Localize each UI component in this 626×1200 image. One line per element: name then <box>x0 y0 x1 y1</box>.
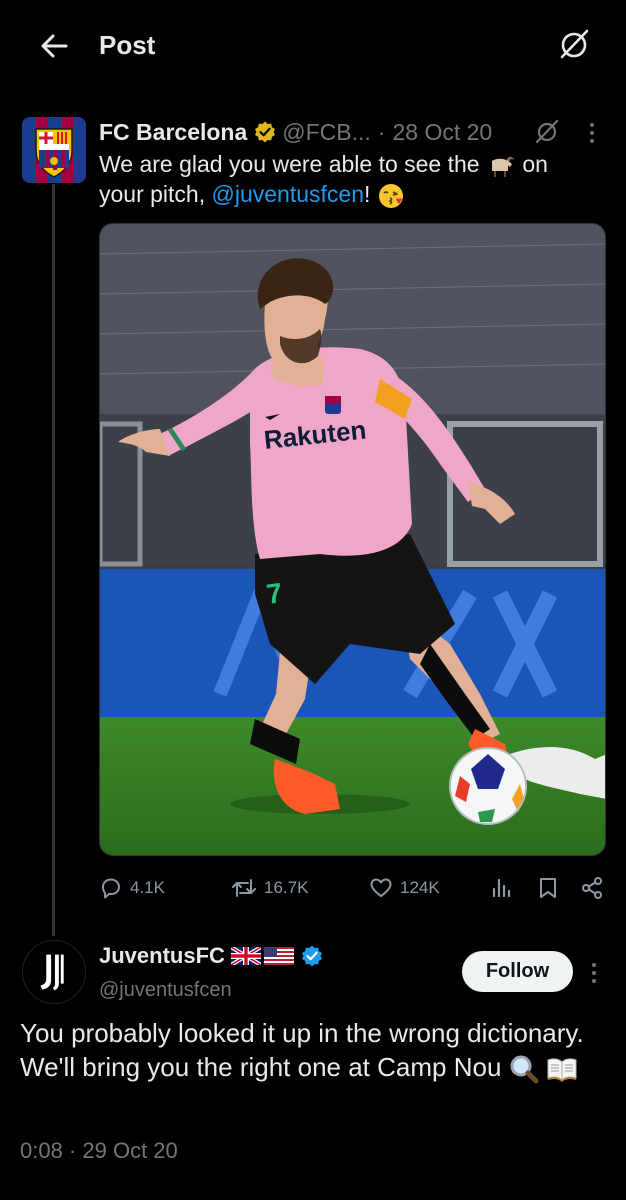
kiss-emoji <box>378 183 403 208</box>
verified-blue-icon <box>301 945 322 967</box>
tweet2-text-body: You probably looked it up in the wrong d… <box>20 1018 584 1082</box>
reply-button[interactable]: 4.1K <box>99 872 165 904</box>
like-icon <box>370 878 392 897</box>
author-handle[interactable]: @juventusfcen <box>99 976 232 1004</box>
dot-separator: · <box>377 119 386 145</box>
share-button[interactable] <box>580 872 611 904</box>
verified-gold-icon <box>255 121 276 143</box>
reply-count: 4.1K <box>130 878 165 897</box>
soccer-ball <box>449 747 527 825</box>
juventus-avatar[interactable] <box>22 940 86 1004</box>
player-photo-illustration: 7 Rakuten <box>100 224 605 855</box>
views-button[interactable] <box>491 872 520 904</box>
post-date[interactable]: 28 Oct 20 <box>392 116 492 148</box>
tweet1-text-part: ! <box>364 181 371 207</box>
tweet2-text: You probably looked it up in the wrong d… <box>20 1016 616 1084</box>
repost-count: 16.7K <box>264 878 309 897</box>
thread-connector <box>52 184 55 936</box>
grok-icon[interactable] <box>556 26 592 62</box>
uk-flag-icon <box>230 947 261 965</box>
bookmark-button[interactable] <box>537 872 566 904</box>
author-name[interactable]: JuventusFC <box>99 943 225 969</box>
tweet1-text-part: We are glad you were able to see the <box>99 151 480 177</box>
fcb-avatar[interactable] <box>22 117 86 183</box>
repost-button[interactable]: 16.7K <box>231 872 308 904</box>
post-timestamp: 0:08 · 29 Oct 20 <box>20 1138 178 1163</box>
author-handle[interactable]: @FCB... <box>282 116 371 148</box>
views-icon <box>492 878 511 898</box>
book-emoji <box>547 1058 577 1083</box>
like-count: 124K <box>400 878 440 897</box>
tweet2-header: JuventusFC <box>99 941 324 971</box>
magnifier-emoji <box>510 1055 539 1084</box>
more-icon[interactable] <box>589 123 595 147</box>
us-flag-icon <box>263 947 294 965</box>
share-icon <box>582 877 602 899</box>
more-icon[interactable] <box>591 963 597 987</box>
author-name[interactable]: FC Barcelona <box>99 116 247 148</box>
top-bar: Post <box>0 0 626 90</box>
post-photo[interactable]: 7 Rakuten <box>99 223 606 856</box>
bookmark-icon <box>540 878 556 898</box>
tweet1-text: We are glad you were able to see the on … <box>99 149 599 210</box>
goat-emoji <box>491 156 514 177</box>
like-button[interactable]: 124K <box>369 872 440 904</box>
tweet1-header: FC Barcelona @FCB... · 28 Oct 20 <box>99 116 492 148</box>
grok-icon[interactable] <box>534 118 560 144</box>
page-title: Post <box>99 30 156 60</box>
reply-icon <box>102 878 120 899</box>
back-arrow-icon[interactable] <box>36 28 72 64</box>
tweet1-actions: 4.1K 16.7K 124K <box>99 872 609 904</box>
repost-icon <box>232 879 256 897</box>
mention-link[interactable]: @juventusfcen <box>212 181 365 207</box>
follow-button[interactable]: Follow <box>462 951 573 992</box>
